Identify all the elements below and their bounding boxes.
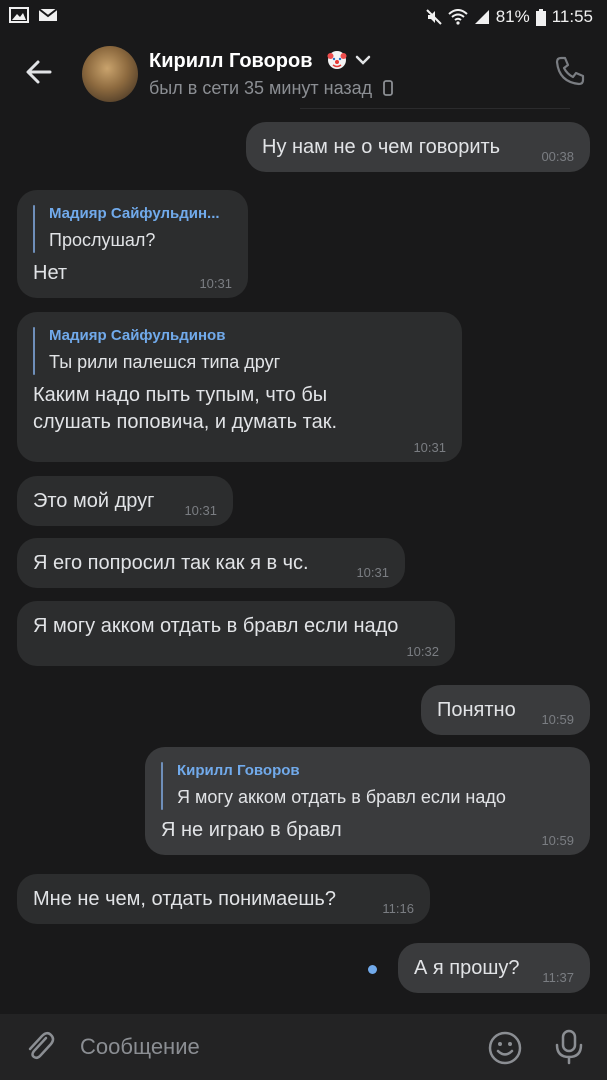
message-incoming[interactable]: Я его попросил так как я в чс. 10:31 [17,538,405,588]
message-incoming[interactable]: Это мой друг 10:31 [17,476,233,526]
message-text: Понятно [437,699,516,721]
reply-author[interactable]: Мадияр Сайфульдин... [49,205,220,222]
mobile-device-icon [383,80,394,96]
emoji-smile-icon[interactable] [487,1030,523,1066]
message-outgoing[interactable]: Понятно 10:59 [421,685,590,735]
message-text: Это мой друг [33,490,155,512]
last-seen-status: был в сети 35 минут назад [149,78,394,99]
message-outgoing[interactable]: Ну нам не о чем говорить 00:38 [246,122,590,172]
back-arrow-icon[interactable] [20,52,60,92]
wifi-icon [448,9,468,25]
message-time: 10:31 [413,440,446,455]
message-time: 10:31 [356,565,389,580]
message-time: 11:37 [542,970,574,985]
reply-quote-bar [161,762,163,810]
reply-text: Ты рили палешся типа друг [49,352,281,372]
clown-emoji-icon [327,51,347,69]
contact-avatar[interactable] [82,46,138,102]
message-time: 10:59 [541,833,574,848]
reply-quote-bar [33,327,35,375]
last-seen-text: был в сети 35 минут назад [149,78,373,98]
name-extras [327,50,371,70]
message-text: Я не играю в бравл [161,819,342,841]
message-incoming[interactable]: Мне не чем, отдать понимаешь? 11:16 [17,874,430,924]
chevron-down-icon[interactable] [355,54,371,66]
message-text: Мне не чем, отдать понимаешь? [33,888,336,910]
phone-call-icon[interactable] [553,54,587,88]
battery-icon [535,8,546,26]
microphone-icon[interactable] [551,1028,587,1066]
message-text: Нет [33,262,68,284]
mail-notification-icon [38,8,58,21]
clock: 11:55 [551,7,593,26]
contact-name[interactable]: Кирилл Говоров [149,50,313,73]
message-time: 10:31 [199,276,232,291]
gallery-notification-icon [9,7,29,23]
battery-percent: 81% [495,7,530,26]
message-text: Ну нам не о чем говорить [262,136,501,158]
message-time: 00:38 [541,149,574,164]
message-input[interactable]: Сообщение [80,1034,200,1060]
message-incoming[interactable]: Я могу акком отдать в бравл если надо 10… [17,601,455,666]
message-text: А я прошу? [414,957,520,979]
signal-icon [474,10,489,24]
message-incoming-reply[interactable]: Мадияр Сайфульдин... Прослушал? Нет 10:3… [17,190,248,298]
reply-text: Прослушал? [49,230,156,250]
reply-author[interactable]: Кирилл Говоров [177,762,300,779]
message-text: Я могу акком отдать в бравл если надо [33,615,399,637]
reply-author[interactable]: Мадияр Сайфульдинов [49,327,225,344]
message-time: 10:59 [541,712,574,727]
header-divider [300,108,570,109]
reply-quote-bar [33,205,35,253]
message-outgoing[interactable]: А я прошу? 11:37 [398,943,590,993]
attach-paperclip-icon[interactable] [22,1028,58,1064]
mute-icon [425,9,442,25]
message-outgoing-reply[interactable]: Кирилл Говоров Я могу акком отдать в бра… [145,747,590,855]
message-text: Я его попросил так как я в чс. [33,552,309,574]
message-time: 10:32 [406,644,439,659]
unread-indicator [368,965,377,974]
message-time: 11:16 [382,901,414,916]
message-text: Каким надо пыть тупым, что бы слушать по… [33,384,338,433]
message-time: 10:31 [184,503,217,518]
message-composer: Сообщение [0,1014,607,1080]
chat-header: Кирилл Говоров был в сети 35 минут назад [0,34,607,110]
status-bar: 81% 11:55 [0,0,607,34]
reply-text: Я могу акком отдать в бравл если надо [177,787,506,807]
message-incoming-reply[interactable]: Мадияр Сайфульдинов Ты рили палешся типа… [17,312,462,462]
